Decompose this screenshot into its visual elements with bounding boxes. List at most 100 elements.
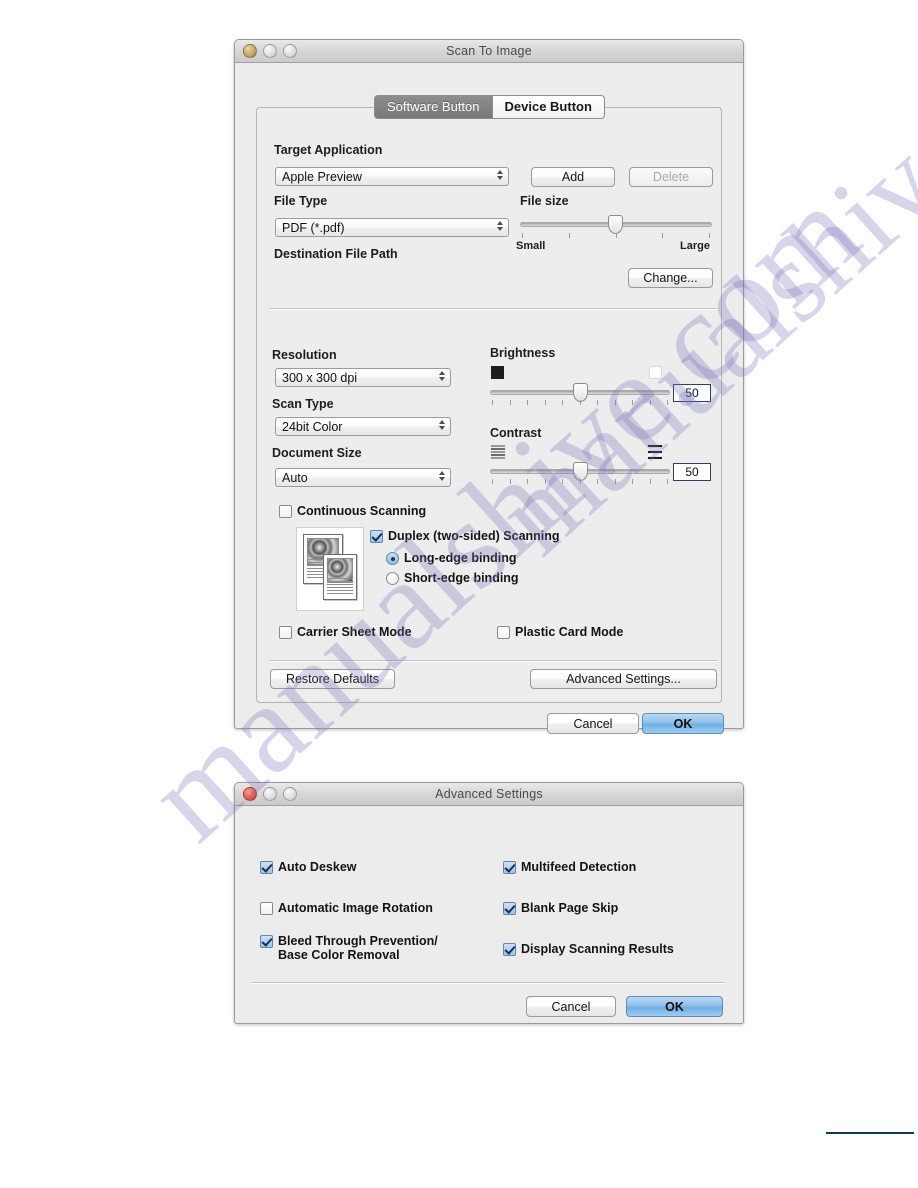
minimize-icon[interactable]	[263, 787, 277, 801]
brightness-value-field[interactable]: 50	[673, 384, 711, 402]
file-type-value: PDF (*.pdf)	[282, 220, 345, 235]
close-icon[interactable]	[243, 787, 257, 801]
scan-type-select[interactable]: 24bit Color	[275, 417, 451, 436]
plastic-card-mode-checkbox[interactable]	[497, 626, 510, 639]
tab-device-button[interactable]: Device Button	[492, 95, 605, 119]
chevron-updown-icon	[497, 221, 503, 231]
bleed-through-prevention-label: Bleed Through Prevention/ Base Color Rem…	[278, 934, 438, 962]
file-size-max-label: Large	[680, 240, 710, 252]
duplex-preview-thumbnail	[296, 527, 364, 611]
resolution-select[interactable]: 300 x 300 dpi	[275, 368, 451, 387]
file-size-slider-thumb[interactable]	[608, 215, 623, 234]
carrier-sheet-mode-checkbox[interactable]	[279, 626, 292, 639]
duplex-checkbox[interactable]	[370, 530, 383, 543]
auto-deskew-label: Auto Deskew	[278, 860, 357, 874]
carrier-sheet-mode-row[interactable]: Carrier Sheet Mode	[279, 625, 412, 639]
advanced-window-traffic-lights[interactable]	[243, 787, 297, 801]
tab-strip: Software Button Device Button	[374, 95, 605, 119]
contrast-value-field[interactable]: 50	[673, 463, 711, 481]
advanced-section-divider	[251, 982, 725, 984]
short-edge-binding-label: Short-edge binding	[404, 571, 519, 585]
low-contrast-stripes-icon	[491, 445, 505, 459]
add-button[interactable]: Add	[531, 167, 615, 187]
long-edge-binding-row[interactable]: Long-edge binding	[386, 551, 516, 565]
long-edge-binding-label: Long-edge binding	[404, 551, 517, 565]
scan-window-titlebar[interactable]: Scan To Image	[235, 40, 743, 63]
scan-type-value: 24bit Color	[282, 419, 343, 434]
blank-page-skip-label: Blank Page Skip	[521, 901, 619, 915]
minimize-icon[interactable]	[263, 44, 277, 58]
scan-window-traffic-lights[interactable]	[243, 44, 297, 58]
bleed-through-prevention-checkbox[interactable]	[260, 935, 273, 948]
scan-to-image-window: Scan To Image Software Button Device But…	[234, 39, 744, 734]
footer-rule	[826, 1132, 914, 1134]
advanced-cancel-button[interactable]: Cancel	[526, 996, 616, 1017]
advanced-settings-window: Advanced Settings Auto Deskew Automatic …	[234, 782, 744, 1024]
delete-button[interactable]: Delete	[629, 167, 713, 187]
advanced-window-titlebar[interactable]: Advanced Settings	[235, 783, 743, 806]
duplex-label: Duplex (two-sided) Scanning	[388, 529, 560, 543]
chevron-updown-icon	[497, 170, 503, 180]
brightness-slider-ticks	[492, 400, 668, 405]
document-size-select[interactable]: Auto	[275, 468, 451, 487]
auto-deskew-row[interactable]: Auto Deskew	[260, 860, 357, 874]
advanced-settings-button[interactable]: Advanced Settings...	[530, 669, 717, 689]
continuous-scanning-label: Continuous Scanning	[297, 504, 427, 518]
high-contrast-stripes-icon	[648, 445, 662, 459]
continuous-scanning-checkbox-row[interactable]: Continuous Scanning	[279, 504, 426, 518]
zoom-icon[interactable]	[283, 44, 297, 58]
display-scanning-results-checkbox[interactable]	[503, 943, 516, 956]
zoom-icon[interactable]	[283, 787, 297, 801]
continuous-scanning-checkbox[interactable]	[279, 505, 292, 518]
short-edge-binding-radio[interactable]	[386, 572, 399, 585]
scan-cancel-button[interactable]: Cancel	[547, 713, 639, 734]
multifeed-detection-label: Multifeed Detection	[521, 860, 637, 874]
automatic-image-rotation-label: Automatic Image Rotation	[278, 901, 433, 915]
multifeed-detection-checkbox[interactable]	[503, 861, 516, 874]
file-size-min-label: Small	[516, 240, 546, 252]
file-type-label: File Type	[274, 194, 328, 208]
section-divider-2	[269, 660, 717, 662]
scan-window-title: Scan To Image	[446, 44, 532, 58]
automatic-image-rotation-row[interactable]: Automatic Image Rotation	[260, 901, 433, 915]
advanced-window-body: Auto Deskew Automatic Image Rotation Ble…	[235, 806, 743, 1023]
duplex-checkbox-row[interactable]: Duplex (two-sided) Scanning	[370, 529, 560, 543]
restore-defaults-button[interactable]: Restore Defaults	[270, 669, 395, 689]
long-edge-binding-radio[interactable]	[386, 552, 399, 565]
target-application-value: Apple Preview	[282, 169, 362, 184]
close-icon[interactable]	[243, 44, 257, 58]
white-swatch-icon	[649, 366, 662, 379]
advanced-window-title: Advanced Settings	[435, 787, 543, 801]
destination-file-path-label: Destination File Path	[274, 247, 398, 261]
plastic-card-mode-row[interactable]: Plastic Card Mode	[497, 625, 623, 639]
resolution-label: Resolution	[272, 348, 337, 362]
plastic-card-mode-label: Plastic Card Mode	[515, 625, 624, 639]
document-size-value: Auto	[282, 470, 308, 485]
display-scanning-results-row[interactable]: Display Scanning Results	[503, 942, 674, 956]
document-size-label: Document Size	[272, 446, 362, 460]
chevron-updown-icon	[439, 371, 445, 381]
change-path-button[interactable]: Change...	[628, 268, 713, 288]
advanced-ok-button[interactable]: OK	[626, 996, 723, 1017]
tab-software-button[interactable]: Software Button	[374, 95, 493, 119]
section-divider-1	[269, 308, 717, 310]
file-type-select[interactable]: PDF (*.pdf)	[275, 218, 509, 237]
short-edge-binding-row[interactable]: Short-edge binding	[386, 571, 519, 585]
blank-page-skip-checkbox[interactable]	[503, 902, 516, 915]
automatic-image-rotation-checkbox[interactable]	[260, 902, 273, 915]
document-page-front-icon	[323, 554, 357, 600]
contrast-label: Contrast	[490, 426, 542, 440]
bleed-through-prevention-row[interactable]: Bleed Through Prevention/ Base Color Rem…	[260, 934, 463, 962]
brightness-label: Brightness	[490, 346, 556, 360]
multifeed-detection-row[interactable]: Multifeed Detection	[503, 860, 636, 874]
blank-page-skip-row[interactable]: Blank Page Skip	[503, 901, 618, 915]
resolution-value: 300 x 300 dpi	[282, 370, 358, 385]
auto-deskew-checkbox[interactable]	[260, 861, 273, 874]
chevron-updown-icon	[439, 420, 445, 430]
target-application-select[interactable]: Apple Preview	[275, 167, 509, 186]
carrier-sheet-mode-label: Carrier Sheet Mode	[297, 625, 412, 639]
chevron-updown-icon	[439, 471, 445, 481]
scan-ok-button[interactable]: OK	[642, 713, 724, 734]
contrast-slider-ticks	[492, 479, 668, 484]
black-swatch-icon	[491, 366, 504, 379]
